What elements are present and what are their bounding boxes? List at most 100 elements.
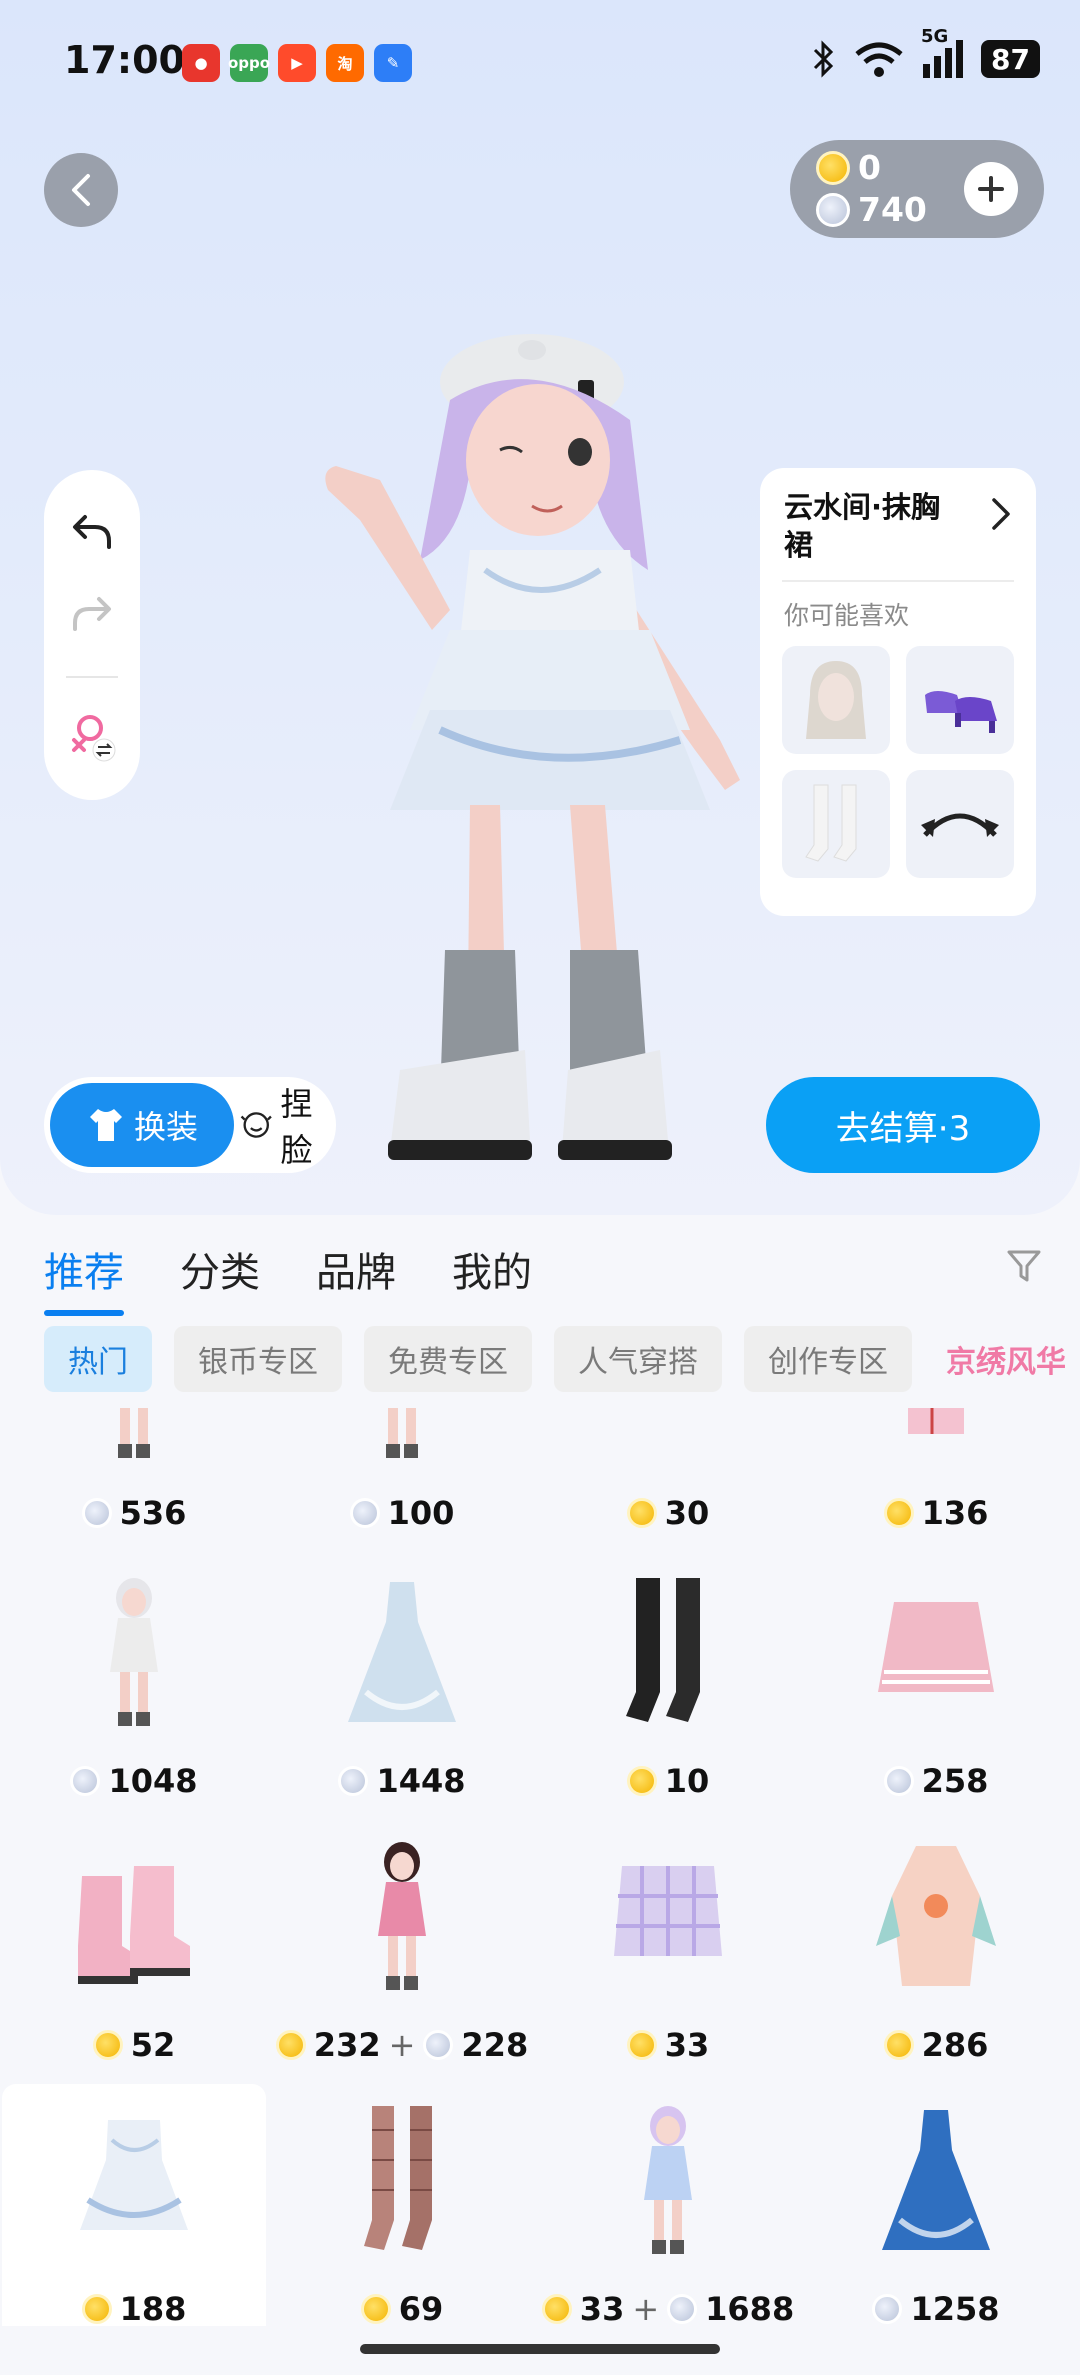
item-price: 1448 [270, 1762, 534, 1800]
avatar-figure[interactable] [300, 310, 770, 1190]
shop-item-pink-boots[interactable]: 52 [2, 1820, 266, 2084]
filter-chip-3[interactable]: 人气穿搭 [554, 1326, 722, 1392]
current-item-title[interactable]: 云水间·抹胸裙 [784, 488, 964, 564]
status-time: 17:00 [64, 38, 185, 82]
shop-item-plaid-skirt[interactable]: 33 [536, 1820, 800, 2084]
face-edit-label: 捏脸 [280, 1085, 313, 1169]
gold-coin-icon [360, 2294, 391, 2324]
add-currency-button[interactable] [964, 162, 1018, 216]
tab-2[interactable]: 品牌 [316, 1240, 396, 1298]
item-thumbnail [68, 2100, 200, 2260]
item-thumbnail [870, 1408, 1002, 1464]
silver-coin-icon [423, 2030, 454, 2060]
dress-up-mode-button[interactable]: 换装 [50, 1083, 234, 1167]
shop-item-blue-gown-2[interactable]: 1258 [804, 2084, 1068, 2326]
recommend-item-headband[interactable] [906, 770, 1014, 878]
price-plus: + [632, 2290, 660, 2326]
silver-balance: 740 [816, 190, 927, 229]
toolbar-divider [66, 676, 118, 678]
silver-coin-icon [338, 1766, 369, 1796]
status-indicators: 5G 87 [811, 26, 1040, 78]
battery-indicator: 87 [981, 40, 1040, 78]
tab-3[interactable]: 我的 [452, 1240, 532, 1298]
recommend-item-hair[interactable] [782, 646, 890, 754]
shoes-icon [925, 691, 997, 733]
checkout-button[interactable]: 去结算·3 [766, 1077, 1040, 1173]
gold-coin-icon [626, 1766, 657, 1796]
undo-button[interactable] [44, 492, 140, 572]
headband-icon [921, 813, 999, 837]
silver-coin-icon [349, 1498, 380, 1528]
item-detail-button[interactable] [990, 496, 1012, 536]
gold-coin-icon [626, 2030, 657, 2060]
redo-button[interactable] [44, 574, 140, 654]
filter-chip-2[interactable]: 免费专区 [364, 1326, 532, 1392]
price-value: 1258 [910, 2290, 1000, 2326]
face-icon [240, 1112, 272, 1138]
recommend-item-socks[interactable] [782, 770, 890, 878]
item-thumbnail [870, 1572, 1002, 1732]
filter-button[interactable] [1006, 1248, 1042, 1290]
status-bar: 17:00 ● oppo ▶ 淘 ✎ 5G 87 [0, 0, 1080, 130]
gold-coin-icon [81, 2294, 112, 2324]
item-price: 69 [270, 2290, 534, 2326]
shop-item-blue-gown[interactable]: 1448 [270, 1556, 534, 1820]
filter-icon [1007, 1250, 1041, 1282]
category-tabs: 推荐 分类 品牌 我的 [44, 1240, 532, 1316]
item-price: 10 [536, 1762, 800, 1800]
recommend-item-shoes[interactable] [906, 646, 1014, 754]
face-edit-mode-button[interactable]: 捏脸 [240, 1083, 330, 1169]
item-thumbnail [68, 1572, 200, 1732]
price-value: 136 [921, 1494, 989, 1532]
shop-item-pink-jacket[interactable]: 136 [804, 1408, 1068, 1552]
item-thumbnail [602, 1836, 734, 1996]
item-thumbnail [602, 1572, 734, 1732]
gold-coin-icon [816, 150, 850, 185]
price-value: 100 [387, 1494, 455, 1532]
figure-red-icon [378, 1842, 426, 1990]
shop-item-black-stockings[interactable]: 10 [536, 1556, 800, 1820]
filter-chip-4[interactable]: 创作专区 [744, 1326, 912, 1392]
filter-chip-1[interactable]: 银币专区 [174, 1326, 342, 1392]
shop-item-floral-dress[interactable]: 286 [804, 1820, 1068, 2084]
item-thumbnail [68, 1408, 200, 1464]
item-price: 33 +1688 [536, 2290, 800, 2326]
gold-coin-icon [92, 2030, 123, 2060]
signal-icon: 5G [921, 26, 964, 78]
price-value: 1688 [705, 2290, 795, 2326]
item-thumbnail [336, 1572, 468, 1732]
wifi-icon [855, 42, 903, 77]
price-value: 1448 [376, 1762, 466, 1800]
notification-app-icons: ● oppo ▶ 淘 ✎ [182, 44, 412, 82]
filter-chip-5[interactable]: 京绣风华 [934, 1326, 1078, 1392]
item-price: 136 [804, 1494, 1068, 1532]
silver-coin-icon [81, 1498, 112, 1528]
shop-item-figure-red[interactable]: 232 +228 [270, 1820, 534, 2084]
price-value: 286 [921, 2026, 989, 2064]
shop-item-figure-pink[interactable]: 100 [270, 1408, 534, 1552]
shop-item-fishnet-stockings[interactable]: 69 [270, 2084, 534, 2326]
item-thumbnail [870, 1836, 1002, 1996]
figure-lilac-icon [118, 1408, 150, 1458]
item-grid: 536 100 30 136 1048 1448 10 258 52 232 +228 33 286 18… [0, 1408, 1080, 2326]
price-value: 10 [664, 1762, 710, 1800]
shop-item-figure-lilac[interactable]: 536 [2, 1408, 266, 1552]
silver-coin-icon [70, 1766, 101, 1796]
price-value: 52 [130, 2026, 176, 2064]
price-value: 258 [921, 1762, 989, 1800]
shop-item-pink-skirt[interactable]: 258 [804, 1556, 1068, 1820]
shop-item-figure-beret[interactable]: 1048 [2, 1556, 266, 1820]
figure-pink-icon [386, 1408, 418, 1458]
tab-1[interactable]: 分类 [180, 1240, 260, 1298]
shop-item-bat-wings[interactable]: 30 [536, 1408, 800, 1552]
gender-switch-button[interactable] [44, 696, 140, 776]
shop-item-white-dress[interactable]: 188 [2, 2084, 266, 2326]
back-button[interactable] [44, 153, 118, 227]
filter-chip-0[interactable]: 热门 [44, 1326, 152, 1392]
mode-switch: 换装 捏脸 [44, 1077, 336, 1173]
price-value: 232 [313, 2026, 381, 2064]
shop-item-figure-blue[interactable]: 33 +1688 [536, 2084, 800, 2326]
gold-coin-icon [275, 2030, 306, 2060]
home-indicator[interactable] [360, 2344, 720, 2354]
tab-0[interactable]: 推荐 [44, 1240, 124, 1316]
